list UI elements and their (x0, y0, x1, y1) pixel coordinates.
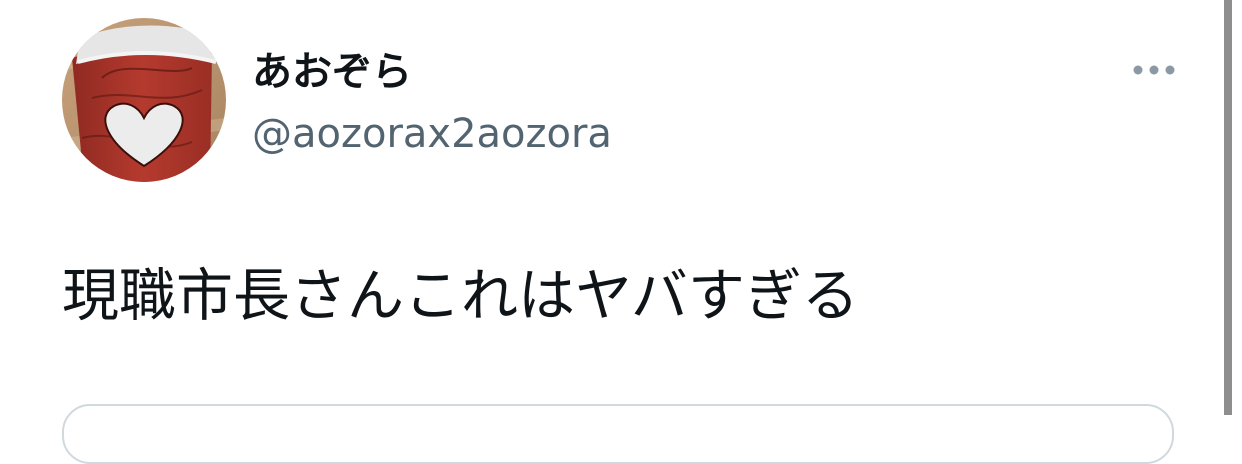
avatar[interactable] (62, 18, 226, 182)
tweet-container: あおぞら @aozorax2aozora 現職市長さんこれはヤバすぎる (0, 0, 1224, 464)
scrollbar-thumb[interactable] (1224, 0, 1232, 415)
more-options-button[interactable] (1126, 50, 1182, 90)
avatar-image (62, 18, 226, 182)
author-handle[interactable]: @aozorax2aozora (252, 104, 612, 164)
quoted-card[interactable] (62, 404, 1174, 464)
author-display-name[interactable]: あおぞら (252, 42, 412, 102)
scrollbar[interactable] (1224, 0, 1242, 415)
tweet-text: 現職市長さんこれはヤバすぎる (62, 263, 859, 329)
more-horizontal-icon (1133, 65, 1175, 75)
